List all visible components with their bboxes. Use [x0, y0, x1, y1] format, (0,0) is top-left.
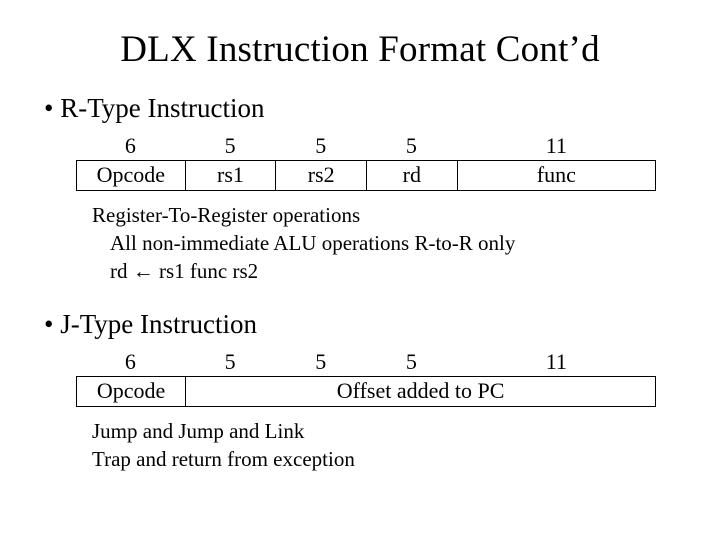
page-title: DLX Instruction Format Cont’d — [36, 28, 684, 71]
rtype-bits-opcode: 6 — [76, 132, 185, 160]
rtype-description: Register-To-Register operations All non-… — [92, 201, 684, 287]
rtype-desc-line2: All non-immediate ALU operations R-to-R … — [110, 229, 684, 257]
jtype-description: Jump and Jump and Link Trap and return f… — [92, 417, 684, 474]
jtype-bits-c5: 11 — [457, 348, 656, 376]
left-arrow-icon: ← — [133, 260, 154, 283]
jtype-desc-line2: Trap and return from exception — [92, 445, 684, 473]
rtype-field-rs2: rs2 — [276, 160, 367, 190]
rtype-field-opcode: Opcode — [76, 160, 186, 190]
rtype-desc-line3-post: rs1 func rs2 — [154, 259, 258, 283]
jtype-field-row: Opcode Offset added to PC — [76, 376, 656, 406]
rtype-desc-line3: rd ← rs1 func rs2 — [110, 257, 684, 286]
rtype-bits-rd: 5 — [366, 132, 457, 160]
jtype-desc-line1: Jump and Jump and Link — [92, 417, 684, 445]
jtype-bitwidth-row: 6 5 5 5 11 — [76, 348, 656, 376]
jtype-field-offset: Offset added to PC — [186, 376, 656, 406]
rtype-bitwidth-row: 6 5 5 5 11 — [76, 132, 656, 160]
rtype-bits-rs1: 5 — [185, 132, 276, 160]
jtype-bits-c4: 5 — [366, 348, 457, 376]
rtype-field-rs1: rs1 — [186, 160, 277, 190]
jtype-heading: • J-Type Instruction — [44, 309, 684, 340]
jtype-bits-opcode: 6 — [76, 348, 185, 376]
jtype-bits-c2: 5 — [185, 348, 276, 376]
rtype-desc-line3-pre: rd — [110, 259, 133, 283]
rtype-field-rd: rd — [367, 160, 458, 190]
rtype-heading: • R-Type Instruction — [44, 93, 684, 124]
rtype-field-row: Opcode rs1 rs2 rd func — [76, 160, 656, 190]
rtype-field-func: func — [458, 160, 656, 190]
rtype-desc-line1: Register-To-Register operations — [92, 201, 684, 229]
jtype-bits-c3: 5 — [275, 348, 366, 376]
rtype-bits-func: 11 — [457, 132, 656, 160]
rtype-bits-rs2: 5 — [275, 132, 366, 160]
jtype-field-opcode: Opcode — [76, 376, 186, 406]
